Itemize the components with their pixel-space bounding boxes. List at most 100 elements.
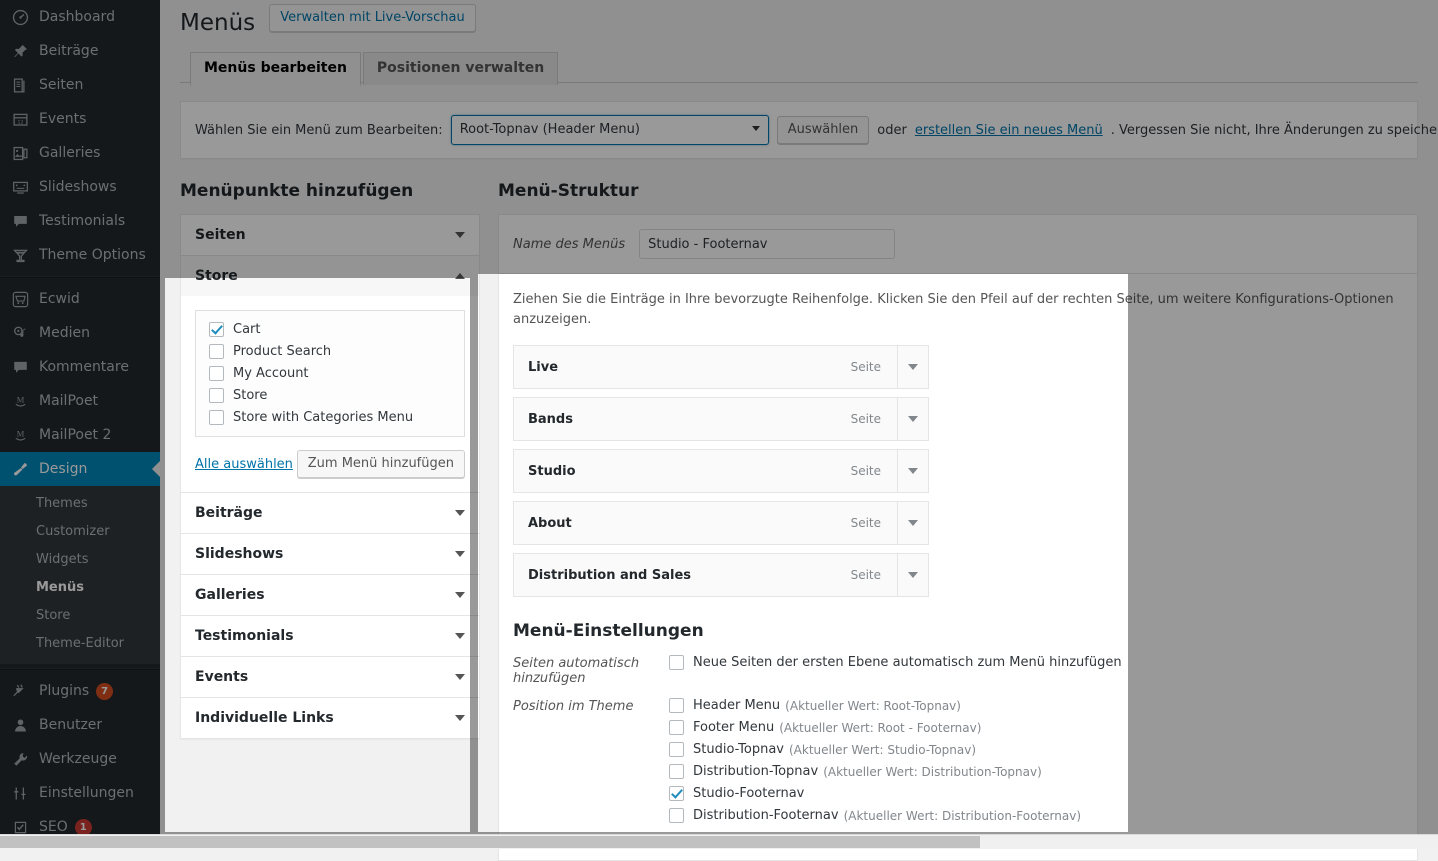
theme-position-label-text: Distribution-Footernav bbox=[693, 808, 839, 823]
menu-select[interactable]: Root-Topnav (Header Menu) bbox=[450, 115, 769, 145]
menu-name-label: Name des Menüs bbox=[513, 236, 626, 252]
svg-text:M: M bbox=[16, 394, 24, 404]
store-item-checkbox[interactable] bbox=[209, 366, 224, 381]
theme-position-checkbox[interactable] bbox=[669, 742, 684, 757]
accordion-header-store[interactable]: Store bbox=[181, 256, 479, 296]
menu-item[interactable]: Distribution and Sales Seite bbox=[513, 553, 929, 597]
sidebar-item-label: Theme Options bbox=[39, 247, 146, 263]
accordion-header-slideshows[interactable]: Slideshows bbox=[181, 534, 479, 574]
sidebar-item-slideshows[interactable]: Slideshows bbox=[0, 170, 160, 204]
sidebar-item-beitr-ge[interactable]: Beiträge bbox=[0, 34, 160, 68]
menu-item-expand-toggle[interactable] bbox=[897, 554, 928, 596]
accordion-header-individuelle-links[interactable]: Individuelle Links bbox=[181, 698, 479, 738]
auto-add-checkbox-row[interactable]: Neue Seiten der ersten Ebene automatisch… bbox=[669, 655, 1403, 670]
menu-select-wrapper[interactable]: Root-Topnav (Header Menu) bbox=[450, 115, 769, 145]
admin-sidebar: Dashboard Beiträge Seiten 12 Events Galleries… bbox=[0, 0, 160, 849]
accordion-header-events[interactable]: Events bbox=[181, 657, 479, 697]
store-item-row[interactable]: Store with Categories Menu bbox=[209, 410, 451, 425]
accordion-label: Events bbox=[195, 669, 249, 685]
menu-item-type: Seite bbox=[850, 568, 881, 582]
theme-position-row-header-menu[interactable]: Header Menu (Aktueller Wert: Root-Topnav) bbox=[669, 698, 1403, 713]
sidebar-item-galleries[interactable]: Galleries bbox=[0, 136, 160, 170]
theme-position-checkbox[interactable] bbox=[669, 698, 684, 713]
sidebar-item-werkzeuge[interactable]: Werkzeuge bbox=[0, 742, 160, 776]
create-new-menu-link[interactable]: erstellen Sie ein neues Menü bbox=[915, 123, 1103, 138]
store-item-checkbox[interactable] bbox=[209, 322, 224, 337]
sidebar-item-mailpoet-2[interactable]: M MailPoet 2 bbox=[0, 418, 160, 452]
menu-item-expand-toggle[interactable] bbox=[897, 502, 928, 544]
submenu-item-men-s[interactable]: Menüs bbox=[0, 574, 160, 602]
store-item-row[interactable]: Product Search bbox=[209, 344, 451, 359]
submenu-item-themes[interactable]: Themes bbox=[0, 490, 160, 518]
theme-position-row-distribution-footernav[interactable]: Distribution-Footernav (Aktueller Wert: D… bbox=[669, 808, 1403, 823]
sidebar-item-kommentare[interactable]: Kommentare bbox=[0, 350, 160, 384]
chevron-down-icon bbox=[455, 232, 465, 238]
submenu-item-theme-editor[interactable]: Theme-Editor bbox=[0, 630, 160, 658]
media-icon bbox=[10, 323, 30, 343]
menu-item-expand-toggle[interactable] bbox=[897, 450, 928, 492]
store-item-checkbox[interactable] bbox=[209, 344, 224, 359]
sidebar-item-medien[interactable]: Medien bbox=[0, 316, 160, 350]
sidebar-item-testimonials[interactable]: Testimonials bbox=[0, 204, 160, 238]
sidebar-item-dashboard[interactable]: Dashboard bbox=[0, 0, 160, 34]
menu-item-expand-toggle[interactable] bbox=[897, 398, 928, 440]
tab-men-s-bearbeiten[interactable]: Menüs bearbeiten bbox=[190, 52, 361, 86]
horizontal-scrollbar[interactable] bbox=[0, 834, 1438, 849]
chevron-down-icon bbox=[455, 592, 465, 598]
scrollbar-thumb[interactable] bbox=[0, 836, 980, 848]
theme-position-checkbox[interactable] bbox=[669, 764, 684, 779]
sidebar-item-label: Seiten bbox=[39, 77, 84, 93]
main-content: Menüs Verwalten mit Live-Vorschau Menüs … bbox=[160, 0, 1438, 861]
sidebar-item-label: Ecwid bbox=[39, 291, 80, 307]
submenu-item-customizer[interactable]: Customizer bbox=[0, 518, 160, 546]
sidebar-item-mailpoet[interactable]: M MailPoet bbox=[0, 384, 160, 418]
sidebar-item-label: Werkzeuge bbox=[39, 751, 117, 767]
sidebar-item-label: Kommentare bbox=[39, 359, 129, 375]
accordion-header-beitr-ge[interactable]: Beiträge bbox=[181, 493, 479, 533]
sidebar-item-plugins[interactable]: Plugins 7 bbox=[0, 674, 160, 708]
accordion-header-galleries[interactable]: Galleries bbox=[181, 575, 479, 615]
store-item-row[interactable]: Store bbox=[209, 388, 451, 403]
sidebar-item-einstellungen[interactable]: Einstellungen bbox=[0, 776, 160, 810]
theme-position-current-value: (Aktueller Wert: Distribution-Topnav) bbox=[823, 764, 1042, 779]
sidebar-item-theme-options[interactable]: Theme Options bbox=[0, 238, 160, 272]
theme-position-checkbox[interactable] bbox=[669, 786, 684, 801]
sidebar-item-events[interactable]: 12 Events bbox=[0, 102, 160, 136]
submenu-item-store[interactable]: Store bbox=[0, 602, 160, 630]
auto-add-checkbox[interactable] bbox=[669, 655, 684, 670]
theme-position-row-footer-menu[interactable]: Footer Menu (Aktueller Wert: Root - Foote… bbox=[669, 720, 1403, 735]
menu-item[interactable]: Studio Seite bbox=[513, 449, 929, 493]
accordion-label: Seiten bbox=[195, 227, 246, 243]
submenu-item-widgets[interactable]: Widgets bbox=[0, 546, 160, 574]
sidebar-item-seiten[interactable]: Seiten bbox=[0, 68, 160, 102]
tab-positionen-verwalten[interactable]: Positionen verwalten bbox=[362, 52, 559, 85]
theme-position-checkbox[interactable] bbox=[669, 808, 684, 823]
sidebar-item-design[interactable]: Design bbox=[0, 452, 160, 486]
store-item-checkbox[interactable] bbox=[209, 388, 224, 403]
add-menu-items-column: Menüpunkte hinzufügen Seiten Store Cart Pro… bbox=[180, 181, 480, 739]
theme-position-row: Position im Theme Header Menu (Aktueller … bbox=[513, 698, 1403, 830]
menu-item-expand-toggle[interactable] bbox=[897, 346, 928, 388]
theme-position-fields: Header Menu (Aktueller Wert: Root-Topnav)… bbox=[669, 698, 1403, 830]
plugins-icon bbox=[10, 681, 30, 701]
sidebar-item-benutzer[interactable]: Benutzer bbox=[0, 708, 160, 742]
store-item-row[interactable]: My Account bbox=[209, 366, 451, 381]
menu-name-input[interactable] bbox=[639, 229, 896, 259]
select-all-link[interactable]: Alle auswählen bbox=[195, 457, 293, 472]
accordion-header-testimonials[interactable]: Testimonials bbox=[181, 616, 479, 656]
theme-position-checkbox[interactable] bbox=[669, 720, 684, 735]
add-to-menu-button[interactable]: Zum Menü hinzufügen bbox=[296, 450, 465, 478]
theme-position-row-distribution-topnav[interactable]: Distribution-Topnav (Aktueller Wert: Dist… bbox=[669, 764, 1403, 779]
accordion-header-seiten[interactable]: Seiten bbox=[181, 215, 479, 255]
theme-position-row-studio-topnav[interactable]: Studio-Topnav (Aktueller Wert: Studio-Top… bbox=[669, 742, 1403, 757]
menu-item[interactable]: Bands Seite bbox=[513, 397, 929, 441]
menu-item[interactable]: Live Seite bbox=[513, 345, 929, 389]
theme-position-row-studio-footernav[interactable]: Studio-Footernav bbox=[669, 786, 1403, 801]
select-menu-button[interactable]: Auswählen bbox=[776, 116, 870, 144]
menu-item[interactable]: About Seite bbox=[513, 501, 929, 545]
sidebar-divider bbox=[0, 276, 160, 278]
sidebar-item-ecwid[interactable]: Ecwid bbox=[0, 282, 160, 316]
store-item-row[interactable]: Cart bbox=[209, 322, 451, 337]
store-item-checkbox[interactable] bbox=[209, 410, 224, 425]
manage-with-live-preview-button[interactable]: Verwalten mit Live-Vorschau bbox=[269, 4, 476, 32]
